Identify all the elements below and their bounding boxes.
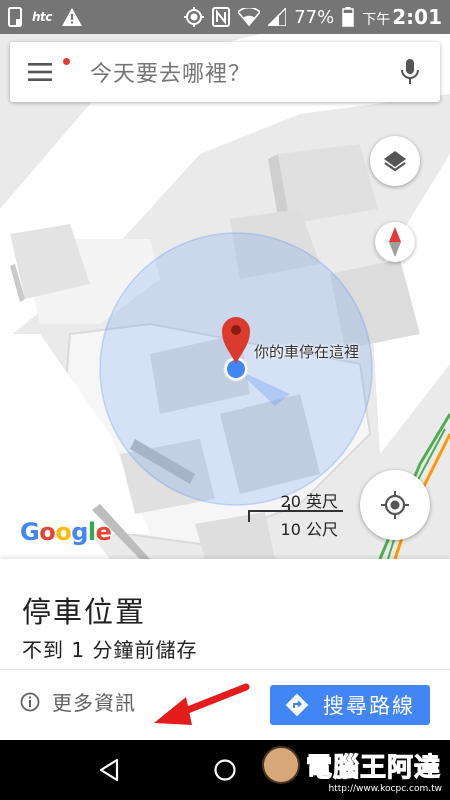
layers-icon: [384, 151, 406, 172]
sheet-title: 停車位置: [22, 595, 147, 629]
search-input[interactable]: 今天要去哪裡？: [70, 56, 380, 88]
watermark-text: 電腦王阿達: [305, 752, 442, 783]
directions-label: 搜尋路線: [323, 694, 415, 718]
scale-metric: 10 公尺: [280, 520, 338, 539]
status-bar: htc 77% 下午 2:01: [0, 0, 450, 34]
nfc-icon: [212, 7, 231, 27]
menu-button[interactable]: [10, 42, 72, 102]
map-view[interactable]: 今天要去哪裡？ 你的車停在這裡 Google 20 英尺 10 公尺: [0, 34, 450, 559]
my-location-icon: [381, 491, 409, 519]
search-bar[interactable]: 今天要去哪裡？: [10, 42, 440, 102]
layers-button[interactable]: [370, 136, 420, 186]
parking-info-sheet: 停車位置 不到 1 分鐘前儲存 更多資訊 搜尋路線: [0, 559, 450, 740]
clock-time: 2:01: [392, 5, 442, 29]
map-scale: 20 英尺 10 公尺: [248, 488, 343, 539]
navigation-bar: 電腦王阿達 http://www.kocpc.com.tw: [0, 740, 450, 800]
compass-button[interactable]: [375, 222, 415, 262]
phone-icon: [8, 7, 22, 27]
directions-button[interactable]: 搜尋路線: [270, 685, 430, 725]
clock: 下午 2:01: [362, 5, 442, 29]
watermark: 電腦王阿達: [262, 746, 441, 784]
more-info-label: 更多資訊: [52, 691, 136, 715]
directions-icon: [285, 693, 309, 717]
more-info-button[interactable]: 更多資訊: [20, 687, 136, 716]
my-location-button[interactable]: [360, 470, 430, 540]
signal-icon: [268, 8, 287, 26]
location-status-icon: [184, 7, 205, 27]
clock-ampm: 下午: [362, 12, 391, 28]
watermark-url: http://www.kocpc.com.tw: [328, 784, 442, 794]
compass-icon: [389, 227, 401, 257]
wifi-icon: [238, 8, 261, 26]
parked-car-label: 你的車停在這裡: [254, 343, 360, 361]
divider: [0, 669, 450, 670]
watermark-avatar-icon: [262, 746, 300, 784]
notification-dot: [61, 56, 72, 67]
sheet-subtitle: 不到 1 分鐘前儲存: [22, 638, 198, 662]
carrier-logo: htc: [32, 10, 52, 24]
menu-icon: [28, 63, 52, 81]
voice-search-button[interactable]: [380, 42, 440, 102]
google-logo: Google: [20, 518, 112, 546]
warning-icon: [61, 8, 82, 26]
battery-percent: 77%: [294, 6, 335, 28]
mic-icon: [401, 59, 419, 84]
home-icon[interactable]: [213, 758, 237, 782]
battery-icon: [342, 7, 354, 27]
annotation-arrow-icon: [154, 683, 250, 725]
back-icon[interactable]: [98, 758, 120, 782]
info-icon: [20, 692, 40, 711]
